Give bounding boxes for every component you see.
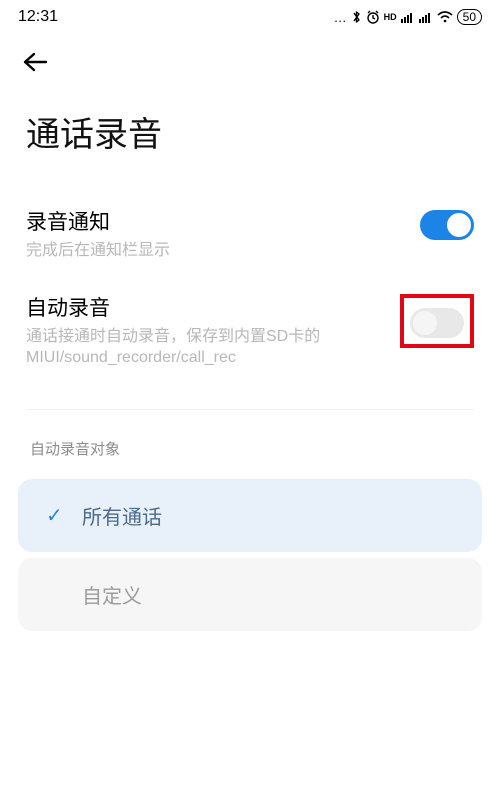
status-icons: … HD 50 (334, 9, 482, 25)
setting-recording-notification[interactable]: 录音通知 完成后在通知栏显示 (0, 196, 500, 282)
option-label: 所有通话 (82, 501, 162, 530)
check-icon: ✓ (46, 503, 68, 528)
option-all-calls[interactable]: ✓ 所有通话 (18, 479, 482, 552)
recording-notification-title: 录音通知 (26, 206, 406, 236)
battery-icon: 50 (457, 9, 482, 25)
setting-auto-recording[interactable]: 自动录音 通话接通时自动录音，保存到内置SD卡的MIUI/sound_recor… (0, 282, 500, 389)
option-custom[interactable]: ✓ 自定义 (18, 558, 482, 631)
option-label: 自定义 (82, 580, 142, 609)
auto-recording-title: 自动录音 (26, 292, 386, 322)
auto-recording-toggle[interactable] (410, 308, 464, 338)
auto-recording-desc: 通话接通时自动录音，保存到内置SD卡的MIUI/sound_recorder/c… (26, 326, 386, 369)
alarm-icon (366, 10, 380, 24)
recording-notification-toggle[interactable] (420, 210, 474, 240)
wifi-icon (437, 11, 453, 23)
signal-icon-2 (419, 11, 433, 23)
page-title: 通话录音 (0, 79, 500, 196)
dots-icon: … (334, 10, 347, 25)
bluetooth-icon (351, 10, 362, 24)
auto-target-header: 自动录音对象 (0, 410, 500, 473)
status-bar: 12:31 … HD 50 (0, 0, 500, 30)
recording-notification-desc: 完成后在通知栏显示 (26, 240, 406, 262)
back-button[interactable] (22, 48, 48, 79)
status-time: 12:31 (18, 8, 58, 26)
hd-icon: HD (384, 12, 397, 22)
signal-icon-1 (401, 11, 415, 23)
highlight-annotation (400, 294, 474, 348)
